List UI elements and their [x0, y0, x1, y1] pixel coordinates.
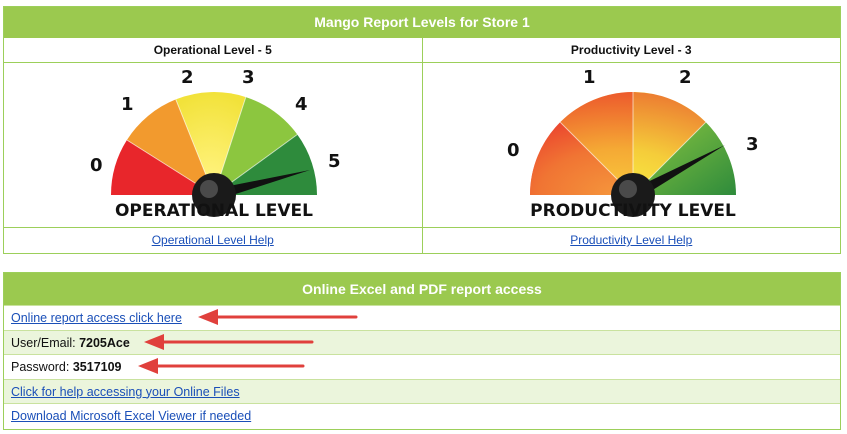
tick-label-4: 4	[295, 94, 308, 115]
arrow-annotation-password	[138, 358, 305, 374]
excel-viewer-download-link[interactable]: Download Microsoft Excel Viewer if neede…	[11, 409, 251, 423]
operational-level-title: Operational Level - 5	[4, 38, 422, 63]
arrow-annotation-report	[198, 309, 358, 325]
online-files-help-link[interactable]: Click for help accessing your Online Fil…	[11, 385, 240, 399]
report-access-row: Online report access click here	[4, 305, 840, 330]
productivity-gauge: 0 1 2 3 PRODUCTIVITY LEVEL	[422, 63, 840, 228]
tick-label-3: 3	[242, 67, 255, 88]
user-label: User/Email:	[11, 335, 76, 350]
operational-gauge: 0 1 2 3 4 5 OPERATIONAL LEVEL	[4, 63, 422, 228]
tick-label-1: 1	[121, 94, 134, 115]
levels-panel-title: Mango Report Levels for Store 1	[4, 7, 840, 38]
gauge-caption: OPERATIONAL LEVEL	[115, 201, 313, 221]
tick-label-2: 2	[679, 67, 692, 88]
gauge-caption: PRODUCTIVITY LEVEL	[530, 201, 736, 221]
password-value: 3517109	[72, 360, 122, 374]
operational-column: Operational Level - 5 0 1 2 3 4 5 OPERAT…	[4, 38, 422, 253]
user-value: 7205Ace	[79, 335, 130, 350]
tick-label-1: 1	[583, 67, 596, 88]
levels-panel: Mango Report Levels for Store 1 Operatio…	[3, 6, 841, 254]
user-row: User/Email: 7205Ace	[4, 329, 840, 354]
password-row: Password: 3517109	[4, 354, 840, 379]
password-label: Password:	[11, 360, 70, 374]
productivity-level-help-link[interactable]: Productivity Level Help	[570, 233, 692, 247]
operational-level-help-link[interactable]: Operational Level Help	[152, 233, 274, 247]
tick-label-2: 2	[181, 67, 194, 88]
access-panel: Online Excel and PDF report access Onlin…	[3, 272, 841, 430]
tick-label-0: 0	[507, 140, 520, 161]
productivity-level-title: Productivity Level - 3	[422, 38, 840, 63]
help-row: Click for help accessing your Online Fil…	[4, 378, 840, 403]
tick-label-5: 5	[328, 151, 341, 172]
tick-label-3: 3	[746, 134, 759, 155]
tick-label-0: 0	[90, 155, 103, 176]
viewer-row: Download Microsoft Excel Viewer if neede…	[4, 403, 840, 428]
access-panel-title: Online Excel and PDF report access	[4, 273, 840, 305]
arrow-annotation-user	[144, 334, 314, 350]
productivity-column: Productivity Level - 3 0 1 2 3 PRODUCTIV…	[421, 38, 840, 253]
online-report-access-link[interactable]: Online report access click here	[11, 311, 182, 325]
